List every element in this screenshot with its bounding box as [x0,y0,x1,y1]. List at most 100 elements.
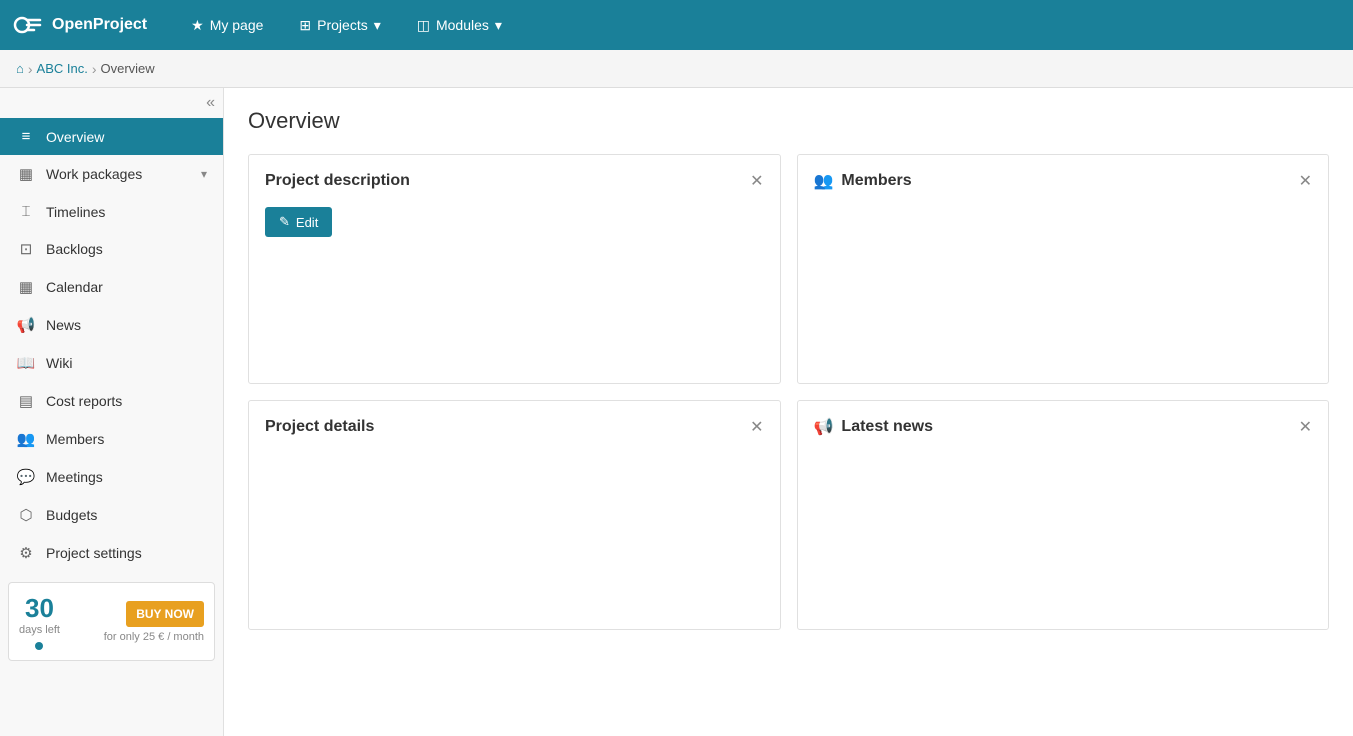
breadcrumb-project-name: ABC Inc. [37,61,88,76]
sidebar-item-budgets[interactable]: ⬡ Budgets [0,496,223,534]
breadcrumb-sep-1: › [28,61,33,77]
edit-label: Edit [296,215,318,230]
home-icon: ⌂ [16,61,24,76]
sidebar-item-overview[interactable]: ≡ Overview [0,118,223,155]
widget-header-members-widget: 👥 Members ✕ [814,171,1313,191]
trial-days-label: days left [19,624,60,636]
latest-news-title-text: Latest news [841,418,933,436]
nav-mypage-label: My page [210,17,264,33]
members-widget-title-text: Members [841,172,911,190]
backlogs-icon: ⊡ [16,240,36,258]
meetings-icon: 💬 [16,468,36,486]
breadcrumb: ⌂ › ABC Inc. › Overview [0,50,1353,88]
widget-project-description: Project description ✕ ✎ Edit [248,154,781,384]
sidebar-item-label-members: Members [46,431,104,447]
sidebar-item-calendar[interactable]: ▦ Calendar [0,268,223,306]
widget-close-project-description[interactable]: ✕ [750,171,763,191]
members-widget-icon: 👥 [814,171,834,191]
work-packages-icon: ▦ [16,165,36,183]
sidebar-item-cost-reports[interactable]: ▤ Cost reports [0,382,223,420]
collapse-icon: « [206,94,215,112]
breadcrumb-current: Overview [101,61,155,76]
sidebar-item-meetings[interactable]: 💬 Meetings [0,458,223,496]
sidebar-item-label-wiki: Wiki [46,355,72,371]
widget-header-project-details: Project details ✕ [265,417,764,437]
widget-close-project-details[interactable]: ✕ [750,417,763,437]
main-layout: « ≡ Overview ▦ Work packages ▾ ⌶ Timelines ⊡ Bac… [0,88,1353,736]
nav-projects[interactable]: ⊞ Projects ▾ [285,9,394,42]
widget-title-latest-news: 📢 Latest news [814,417,934,437]
breadcrumb-current-label: Overview [101,61,155,76]
sidebar-item-label-work-packages: Work packages [46,166,142,182]
trial-days: 30 [25,593,54,624]
news-icon: 📢 [16,316,36,334]
nav-projects-label: Projects [317,17,368,33]
widget-close-latest-news[interactable]: ✕ [1299,417,1312,437]
widget-latest-news: 📢 Latest news ✕ [797,400,1330,630]
trial-dot [35,642,43,650]
nav-modules-label: Modules [436,17,489,33]
top-navigation: OpenProject ★ My page ⊞ Projects ▾ ◫ Mod… [0,0,1353,50]
nav-items: ★ My page ⊞ Projects ▾ ◫ Modules ▾ [177,9,516,42]
overview-icon: ≡ [16,128,36,145]
calendar-icon: ▦ [16,278,36,296]
breadcrumb-home[interactable]: ⌂ [16,61,24,76]
trial-info: 30 days left [19,593,60,650]
star-icon: ★ [191,17,204,34]
modules-chevron-icon: ▾ [495,17,502,34]
widget-close-members-widget[interactable]: ✕ [1299,171,1312,191]
budgets-icon: ⬡ [16,506,36,524]
buy-now-button[interactable]: BUY NOW [126,601,204,627]
timelines-icon: ⌶ [16,203,36,220]
project-details-title-text: Project details [265,418,374,436]
cost-reports-icon: ▤ [16,392,36,410]
sidebar-item-news[interactable]: 📢 News [0,306,223,344]
sidebar-items: ≡ Overview ▦ Work packages ▾ ⌶ Timelines ⊡ Backl… [0,118,223,572]
module-icon: ◫ [417,17,430,34]
widgets-grid: Project description✕✎Edit👥Members✕Projec… [248,154,1329,630]
sidebar-item-wiki[interactable]: 📖 Wiki [0,344,223,382]
projects-chevron-icon: ▾ [374,17,381,34]
sidebar-collapse-btn[interactable]: « [0,88,223,118]
widget-header-latest-news: 📢 Latest news ✕ [814,417,1313,437]
sidebar-item-label-meetings: Meetings [46,469,103,485]
project-settings-icon: ⚙ [16,544,36,562]
layers-icon: ⊞ [299,17,311,34]
widget-project-details: Project details ✕ [248,400,781,630]
sidebar-item-label-timelines: Timelines [46,204,105,220]
nav-modules[interactable]: ◫ Modules ▾ [403,9,516,42]
latest-news-icon: 📢 [814,417,834,437]
work-packages-expand-icon: ▾ [201,167,207,181]
nav-mypage[interactable]: ★ My page [177,9,277,42]
sidebar-item-project-settings[interactable]: ⚙ Project settings [0,534,223,572]
app-name: OpenProject [52,16,147,34]
pencil-icon: ✎ [279,214,290,230]
widget-members-widget: 👥 Members ✕ [797,154,1330,384]
widget-header-project-description: Project description ✕ [265,171,764,191]
sidebar-item-label-overview: Overview [46,129,104,145]
sidebar-item-label-news: News [46,317,81,333]
content-area: Overview Project description ✕ ✎ Edit 👥 Membe… [224,88,1353,736]
sidebar: « ≡ Overview ▦ Work packages ▾ ⌶ Timelines ⊡ Bac… [0,88,224,736]
app-logo[interactable]: OpenProject [12,9,147,41]
logo-icon [12,9,44,41]
members-icon: 👥 [16,430,36,448]
sidebar-item-label-cost-reports: Cost reports [46,393,122,409]
sidebar-item-label-project-settings: Project settings [46,545,142,561]
project-description-title-text: Project description [265,172,410,190]
sidebar-item-backlogs[interactable]: ⊡ Backlogs [0,230,223,268]
sidebar-item-label-calendar: Calendar [46,279,103,295]
sidebar-item-timelines[interactable]: ⌶ Timelines [0,193,223,230]
breadcrumb-sep-2: › [92,61,97,77]
sidebar-item-label-backlogs: Backlogs [46,241,103,257]
page-title: Overview [248,108,1329,134]
sidebar-item-work-packages[interactable]: ▦ Work packages ▾ [0,155,223,193]
breadcrumb-project[interactable]: ABC Inc. [37,61,88,76]
wiki-icon: 📖 [16,354,36,372]
trial-banner: 30 days left BUY NOW for only 25 € / mon… [8,582,215,661]
sidebar-item-members[interactable]: 👥 Members [0,420,223,458]
widget-title-members-widget: 👥 Members [814,171,912,191]
sidebar-item-label-budgets: Budgets [46,507,97,523]
widget-title-project-details: Project details [265,418,374,436]
widget-edit-btn-project-description[interactable]: ✎ Edit [265,207,332,237]
